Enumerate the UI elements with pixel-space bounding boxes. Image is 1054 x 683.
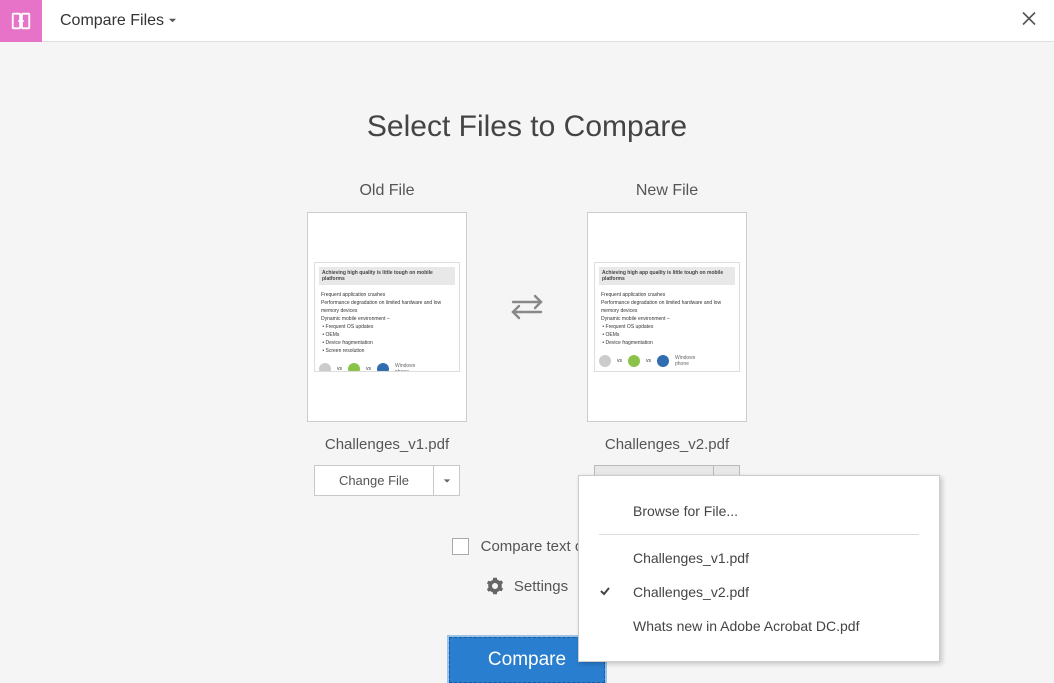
header-title-dropdown[interactable]: Compare Files [60, 12, 177, 30]
menu-item-label: Challenges_v2.pdf [633, 584, 749, 600]
section-title: Select Files to Compare [0, 110, 1054, 144]
menu-recent-file[interactable]: Challenges_v1.pdf [579, 541, 939, 575]
old-change-file-group: Change File [314, 465, 460, 496]
swap-files-button[interactable] [507, 292, 547, 325]
gear-icon [486, 577, 504, 595]
old-file-thumbnail[interactable]: Achieving high quality is little tough o… [307, 212, 467, 422]
app-icon [0, 0, 42, 42]
old-file-column: Old File Achieving high quality is littl… [287, 182, 487, 496]
menu-separator [599, 534, 919, 535]
menu-recent-file[interactable]: Challenges_v2.pdf [579, 575, 939, 609]
new-file-column: New File Achieving high app quality is l… [567, 182, 767, 496]
compare-text-only-checkbox[interactable] [452, 538, 469, 555]
menu-item-label: Whats new in Adobe Acrobat DC.pdf [633, 618, 859, 634]
header-bar: Compare Files [0, 0, 1054, 42]
new-file-label: New File [636, 182, 698, 200]
menu-item-label: Challenges_v1.pdf [633, 550, 749, 566]
old-file-label: Old File [359, 182, 414, 200]
close-icon [1020, 9, 1038, 27]
settings-label: Settings [514, 578, 568, 595]
thumbnail-slide: Achieving high app quality is little tou… [594, 262, 740, 372]
menu-browse-for-file[interactable]: Browse for File... [579, 494, 939, 528]
chevron-down-icon [443, 477, 451, 485]
menu-recent-file[interactable]: Whats new in Adobe Acrobat DC.pdf [579, 609, 939, 643]
settings-link[interactable]: Settings [486, 577, 568, 595]
close-button[interactable] [1020, 9, 1038, 32]
chevron-down-icon [168, 16, 177, 25]
new-file-name: Challenges_v2.pdf [605, 436, 729, 453]
files-row: Old File Achieving high quality is littl… [0, 182, 1054, 496]
header-title: Compare Files [60, 12, 164, 30]
swap-arrows-icon [507, 292, 547, 320]
old-change-file-dropdown[interactable] [434, 465, 460, 496]
old-change-file-button[interactable]: Change File [314, 465, 434, 496]
new-file-thumbnail[interactable]: Achieving high app quality is little tou… [587, 212, 747, 422]
old-file-name: Challenges_v1.pdf [325, 436, 449, 453]
thumbnail-slide: Achieving high quality is little tough o… [314, 262, 460, 372]
change-file-menu: Browse for File... Challenges_v1.pdf Cha… [578, 475, 940, 662]
check-icon [599, 584, 611, 600]
